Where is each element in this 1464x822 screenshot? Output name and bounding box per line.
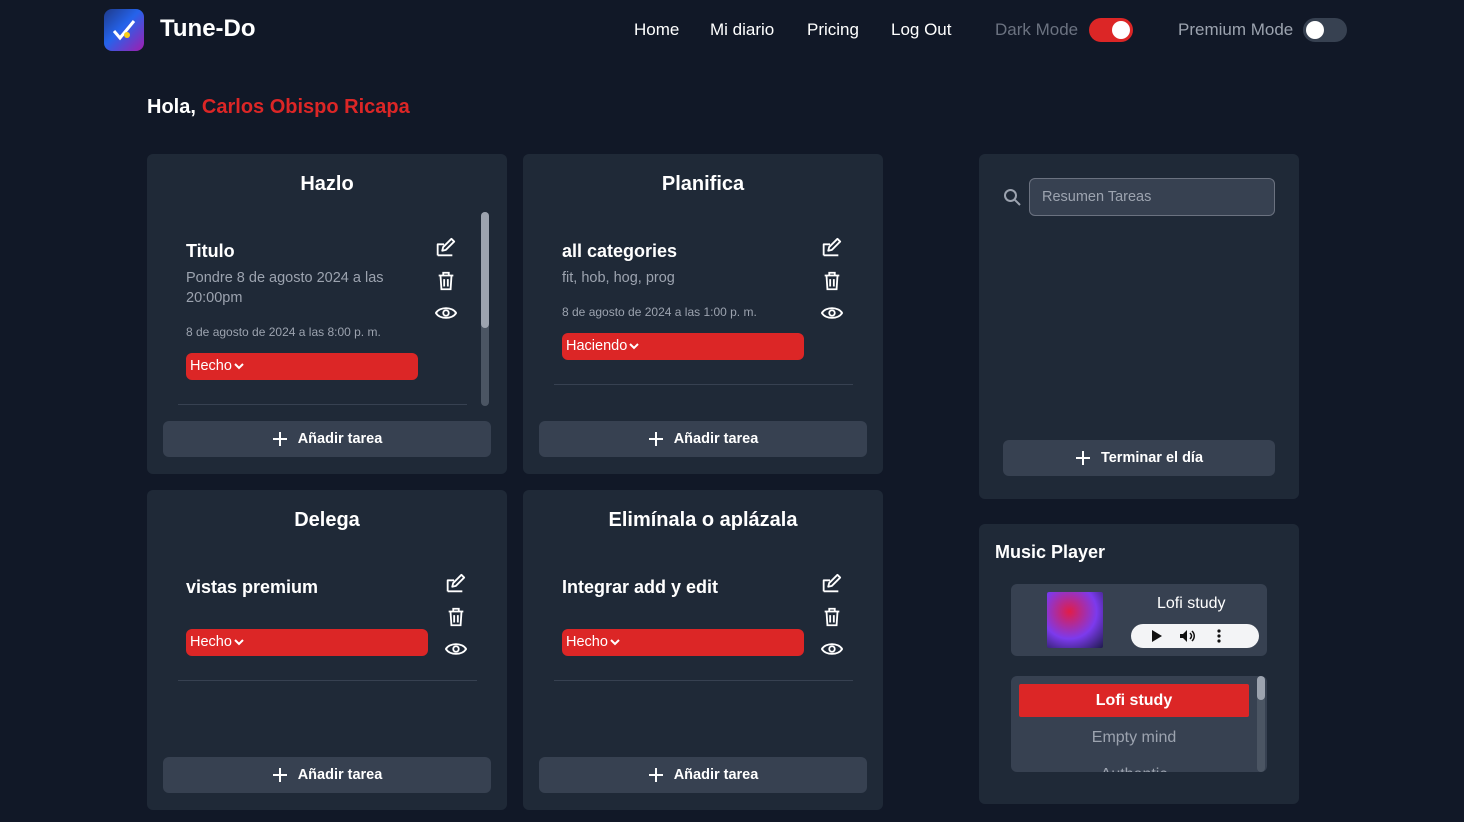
chevron-down-icon bbox=[234, 363, 244, 370]
quadrant-title: Planifica bbox=[661, 173, 745, 195]
add-task-label: Añadir tarea bbox=[673, 431, 759, 447]
status-label: Hecho bbox=[190, 634, 232, 650]
status-dropdown[interactable]: Hecho bbox=[186, 353, 418, 380]
now-playing-title: Lofi study bbox=[1157, 595, 1226, 612]
plus-icon bbox=[272, 768, 287, 782]
quadrant-delega: Delega vistas premium Hecho Añadir tarea bbox=[147, 490, 507, 810]
quadrant-eliminala: Elimínala o aplázala Integrar add y edit… bbox=[523, 490, 883, 810]
playlist: Lofi study Empty mind Authentic bbox=[1011, 676, 1267, 772]
edit-icon[interactable] bbox=[444, 573, 466, 595]
chevron-down-icon bbox=[610, 639, 620, 646]
task-title: Titulo bbox=[186, 241, 235, 261]
edit-icon[interactable] bbox=[820, 237, 842, 259]
view-icon[interactable] bbox=[821, 638, 843, 660]
quadrant-title: Elimínala o aplázala bbox=[608, 509, 798, 531]
status-dropdown[interactable]: Hecho bbox=[562, 629, 804, 656]
edit-icon[interactable] bbox=[820, 573, 842, 595]
plus-icon bbox=[648, 432, 663, 446]
play-icon[interactable] bbox=[1151, 629, 1163, 648]
quadrant-hazlo: Hazlo Titulo Pondre 8 de agosto 2024 a l… bbox=[147, 154, 507, 474]
music-player-panel: Music Player Lofi study Lofi study Empty… bbox=[979, 524, 1299, 804]
task-description: Pondre 8 de agosto 2024 a las 20:00pm bbox=[186, 270, 384, 306]
divider bbox=[554, 680, 853, 681]
divider bbox=[178, 404, 467, 405]
quadrant-planifica: Planifica all categories fit, hob, hog, … bbox=[523, 154, 883, 474]
playlist-item[interactable]: Lofi study bbox=[1019, 684, 1249, 717]
task-title: Integrar add y edit bbox=[562, 577, 719, 597]
add-task-label: Añadir tarea bbox=[673, 767, 759, 783]
add-task-label: Añadir tarea bbox=[297, 431, 383, 447]
chevron-down-icon bbox=[234, 639, 244, 646]
trash-icon[interactable] bbox=[821, 606, 843, 628]
finish-day-button[interactable]: Terminar el día bbox=[1003, 440, 1275, 476]
chevron-down-icon bbox=[629, 343, 639, 350]
nav-pricing[interactable]: Pricing bbox=[807, 20, 859, 40]
status-label: Hecho bbox=[566, 634, 608, 650]
trash-icon[interactable] bbox=[435, 270, 457, 292]
premium-mode-toggle[interactable] bbox=[1303, 18, 1347, 42]
music-check-icon bbox=[112, 20, 136, 41]
quadrant-title: Delega bbox=[294, 509, 360, 531]
dark-mode-label: Dark Mode bbox=[995, 20, 1079, 39]
playlist-item[interactable]: Empty mind bbox=[1019, 721, 1249, 754]
brand-name[interactable]: Tune-Do bbox=[160, 15, 256, 43]
add-task-label: Añadir tarea bbox=[297, 767, 383, 783]
album-cover bbox=[1047, 592, 1103, 648]
status-label: Haciendo bbox=[566, 338, 628, 354]
greeting: Hola, Carlos Obispo Ricapa bbox=[147, 96, 410, 119]
user-name: Carlos Obispo Ricapa bbox=[201, 96, 410, 118]
task-description: fit, hob, hog, prog bbox=[562, 270, 675, 286]
plus-icon bbox=[272, 432, 287, 446]
plus-icon bbox=[1075, 451, 1090, 465]
quadrant-title: Hazlo bbox=[300, 173, 354, 195]
plus-icon bbox=[648, 768, 663, 782]
nav-logout[interactable]: Log Out bbox=[891, 20, 952, 40]
more-icon[interactable] bbox=[1217, 629, 1221, 648]
volume-icon[interactable] bbox=[1179, 629, 1197, 648]
player: Lofi study bbox=[1011, 584, 1267, 656]
greeting-prefix: Hola, bbox=[147, 96, 196, 118]
task-title: all categories bbox=[562, 241, 678, 261]
scrollbar[interactable] bbox=[481, 212, 489, 406]
divider bbox=[178, 680, 477, 681]
finish-day-label: Terminar el día bbox=[1100, 450, 1204, 466]
nav-home[interactable]: Home bbox=[634, 20, 679, 40]
add-task-button[interactable]: Añadir tarea bbox=[539, 421, 867, 457]
divider bbox=[554, 384, 853, 385]
status-dropdown[interactable]: Hecho bbox=[186, 629, 428, 656]
trash-icon[interactable] bbox=[445, 606, 467, 628]
nav-mi-diario[interactable]: Mi diario bbox=[710, 20, 774, 40]
music-player-title: Music Player bbox=[995, 542, 1106, 562]
task-date: 8 de agosto de 2024 a las 8:00 p. m. bbox=[186, 325, 381, 339]
summary-search-input[interactable] bbox=[1029, 178, 1275, 216]
premium-mode-label: Premium Mode bbox=[1178, 20, 1294, 39]
view-icon[interactable] bbox=[435, 302, 457, 324]
add-task-button[interactable]: Añadir tarea bbox=[163, 757, 491, 793]
status-label: Hecho bbox=[190, 358, 232, 374]
status-dropdown[interactable]: Haciendo bbox=[562, 333, 804, 360]
search-icon bbox=[1004, 189, 1021, 206]
task-title: vistas premium bbox=[186, 577, 319, 597]
top-nav: Tune-Do Home Mi diario Pricing Log Out D… bbox=[0, 0, 1464, 60]
audio-controls bbox=[1131, 624, 1259, 648]
trash-icon[interactable] bbox=[821, 270, 843, 292]
playlist-scrollbar[interactable] bbox=[1257, 676, 1265, 772]
app-logo[interactable] bbox=[104, 9, 144, 51]
dark-mode-toggle[interactable] bbox=[1089, 18, 1133, 42]
summary-panel: Terminar el día bbox=[979, 154, 1299, 499]
add-task-button[interactable]: Añadir tarea bbox=[163, 421, 491, 457]
view-icon[interactable] bbox=[445, 638, 467, 660]
view-icon[interactable] bbox=[821, 302, 843, 324]
add-task-button[interactable]: Añadir tarea bbox=[539, 757, 867, 793]
task-date: 8 de agosto de 2024 a las 1:00 p. m. bbox=[562, 305, 757, 319]
playlist-item[interactable]: Authentic bbox=[1019, 758, 1249, 772]
edit-icon[interactable] bbox=[434, 237, 456, 259]
